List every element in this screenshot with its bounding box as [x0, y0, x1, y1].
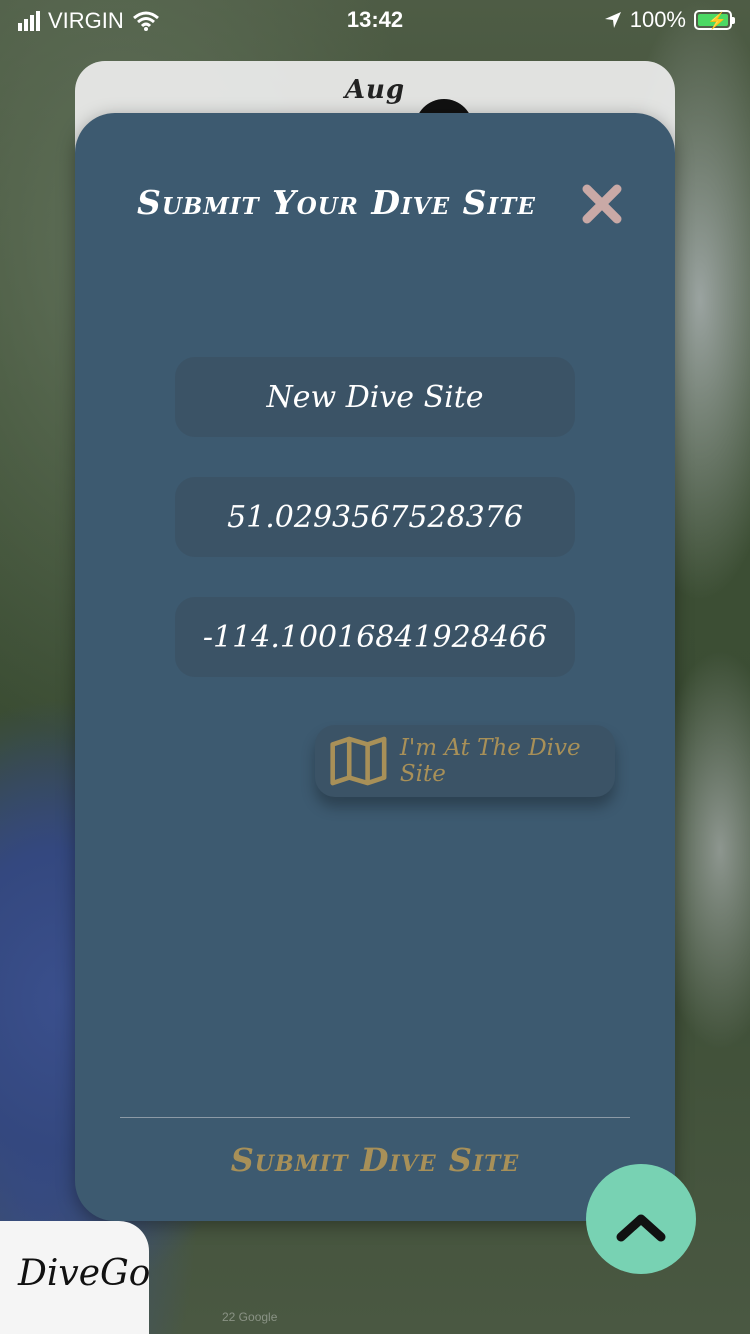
charging-icon: ⚡ [707, 13, 727, 30]
battery-icon: ⚡ [694, 10, 735, 30]
brand-tab[interactable]: DiveGo [0, 1221, 151, 1334]
map-credit: 22 Google [222, 1310, 278, 1324]
battery-percent: 100% [629, 7, 686, 32]
chevron-up-icon [616, 1214, 666, 1242]
submit-dive-site-modal: Submit Your Dive Site I'm At The Dive Si… [75, 113, 675, 1221]
background-card-title: Aug [344, 75, 406, 105]
submit-dive-site-button[interactable]: Submit Dive Site [75, 1141, 675, 1179]
location-arrow-icon [604, 12, 621, 28]
longitude-field[interactable] [175, 597, 575, 677]
toggle-panel-button[interactable] [586, 1164, 696, 1274]
status-right: 100% ⚡ [604, 7, 735, 33]
map-icon [330, 736, 387, 786]
site-name-field[interactable] [175, 357, 575, 437]
im-at-dive-site-label: I'm At The Dive Site [399, 735, 581, 787]
latitude-field[interactable] [175, 477, 575, 557]
map-background[interactable]: VIRGIN 13:42 100% ⚡ Aug Submit Your Dive… [0, 0, 750, 1334]
close-icon[interactable] [577, 179, 627, 229]
im-at-dive-site-button[interactable]: I'm At The Dive Site [315, 725, 615, 797]
status-bar: VIRGIN 13:42 100% ⚡ [0, 0, 750, 40]
divider [120, 1117, 630, 1118]
brand-label: DiveGo [18, 1253, 151, 1294]
modal-title: Submit Your Dive Site [137, 183, 536, 222]
